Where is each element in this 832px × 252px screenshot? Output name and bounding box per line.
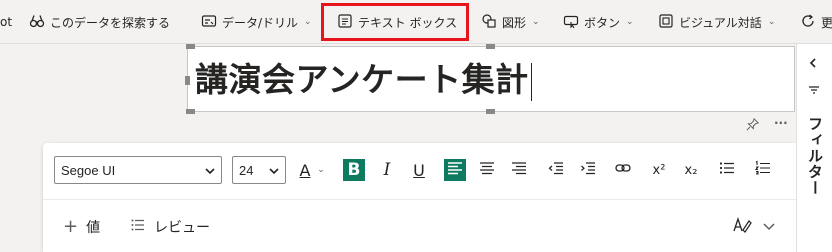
underline-label: U [413,160,425,180]
textbox-label: テキスト ボックス [358,15,458,30]
font-color-label: A [299,160,311,180]
review-label: レビュー [154,219,210,236]
textbox-icon [337,13,353,32]
text-format-panel: Segoe UI 24 A ⌄ B I U x² x₂ + 値 レビュー [43,143,796,252]
underline-button[interactable]: U [408,159,430,181]
align-left-button[interactable] [444,159,466,181]
refresh-icon [800,13,816,32]
buttons-label: ボタン [584,15,621,30]
chevron-down-icon [269,164,279,175]
italic-button[interactable]: I [376,159,398,181]
font-size-value: 24 [239,162,254,178]
shapes-button[interactable]: 図形 ⌄ [481,0,540,44]
refresh-button[interactable]: 更 [800,0,832,44]
chevron-down-icon: ⌄ [532,17,540,27]
visual-interactions-button[interactable]: ビジュアル対話 ⌄ [658,0,775,44]
explore-data-button[interactable]: このデータを探索する [29,0,170,44]
align-center-icon [478,159,496,182]
chevron-down-icon: ⌄ [304,17,312,27]
superscript-label: x² [652,162,666,178]
subscript-label: x₂ [684,162,698,178]
explore-data-label: このデータを探索する [50,15,171,30]
italic-label: I [383,160,391,180]
resize-handle-bottom-left[interactable] [186,109,195,114]
chevron-down-icon: ⌄ [767,17,776,27]
ribbon-item-label: ot [0,15,13,29]
textbox-content[interactable]: 講演会アンケート集計 [195,53,533,101]
textbox-text[interactable]: 講演会アンケート集計 [195,60,529,99]
list-icon [130,217,146,237]
data-drill-button[interactable]: データ/ドリル ⌄ [201,0,312,44]
bold-label: B [347,160,361,180]
plus-icon: + [63,216,79,237]
filter-icon [808,80,820,99]
font-family-select[interactable]: Segoe UI [54,156,222,184]
increase-indent-button[interactable] [577,159,599,181]
format-toolbar: Segoe UI 24 A ⌄ B I U x² x₂ [43,143,796,200]
link-icon [614,159,632,182]
buttons-menu-button[interactable]: ボタン ⌄ [563,0,634,44]
refresh-label: 更 [821,15,832,30]
button-icon [563,13,579,32]
chevron-left-icon[interactable] [807,54,819,73]
textbox-visual[interactable]: 講演会アンケート集計 [185,44,795,114]
filter-pane-title[interactable]: フィルター [805,116,826,196]
filter-pane[interactable]: フィルター [796,44,832,252]
numbered-list-icon [754,159,772,182]
align-left-icon [446,159,464,182]
shapes-label: 図形 [502,15,527,30]
text-caret [530,62,533,101]
resize-handle-top[interactable] [486,44,495,49]
font-size-select[interactable]: 24 [232,156,286,184]
chevron-down-icon [205,164,215,175]
superscript-button[interactable]: x² [648,159,670,181]
align-right-icon [510,159,528,182]
ribbon-item-truncated[interactable]: ot [0,0,12,44]
data-drill-icon [201,13,217,32]
font-family-value: Segoe UI [61,162,116,178]
shapes-icon [481,13,497,32]
add-value-label: 値 [86,219,101,236]
visual-actions-bar: + 値 レビュー [43,201,796,252]
add-value-button[interactable]: + 値 [63,201,100,252]
chevron-down-icon [762,219,776,235]
resize-handle-bottom[interactable] [486,109,495,114]
font-color-button[interactable]: A [295,159,315,181]
insert-link-button[interactable] [612,159,634,181]
chevron-down-icon[interactable]: ⌄ [315,159,327,181]
decrease-indent-button[interactable] [545,159,567,181]
visual-interactions-icon [658,13,674,32]
format-style-button[interactable] [732,201,776,252]
more-options-icon[interactable]: ··· [774,116,788,130]
format-painter-icon [732,216,754,238]
increase-indent-icon [579,159,597,182]
subscript-button[interactable]: x₂ [680,159,702,181]
visual-interactions-label: ビジュアル対話 [679,15,762,30]
ribbon-toolbar: ot このデータを探索する データ/ドリル ⌄ テキスト ボックス 図形 ⌄ ボ… [0,0,832,44]
data-drill-label: データ/ドリル [222,15,299,30]
chevron-down-icon: ⌄ [626,17,634,27]
bulleted-list-button[interactable] [716,159,738,181]
align-right-button[interactable] [508,159,530,181]
binoculars-icon [29,13,45,32]
resize-handle-top-left[interactable] [186,44,195,49]
bulleted-list-icon [718,159,736,182]
pin-icon[interactable] [746,117,760,134]
bold-button[interactable]: B [343,159,365,181]
review-button[interactable]: レビュー [130,201,210,252]
decrease-indent-icon [547,159,565,182]
align-center-button[interactable] [476,159,498,181]
textbox-button[interactable]: テキスト ボックス [337,0,457,44]
numbered-list-button[interactable] [752,159,774,181]
resize-handle-left[interactable] [185,76,190,85]
